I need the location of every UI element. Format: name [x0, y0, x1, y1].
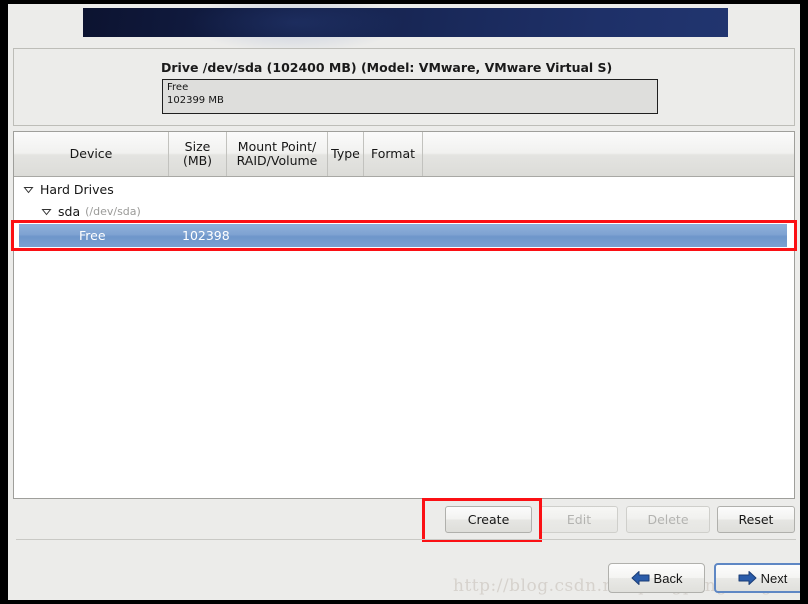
partition-tree: Device Size (MB) Mount Point/ RAID/Volum…: [13, 131, 795, 499]
free-space-size: 102398: [182, 228, 230, 243]
column-header-type[interactable]: Type: [328, 132, 364, 176]
installer-window: Drive /dev/sda (102400 MB) (Model: VMwar…: [8, 4, 800, 600]
arrow-left-icon: [631, 570, 650, 586]
banner-glow: [186, 4, 406, 53]
column-header-size-line1: Size: [184, 139, 211, 154]
arrow-right-icon: [738, 570, 757, 586]
drive-segment-size: 102399 MB: [167, 95, 224, 106]
next-button[interactable]: Next: [714, 563, 800, 593]
tree-row-device-path: (/dev/sda): [85, 205, 141, 218]
column-header-format[interactable]: Format: [364, 132, 423, 176]
tree-row-label: Hard Drives: [40, 182, 114, 197]
tree-row-hard-drives[interactable]: Hard Drives: [14, 179, 794, 200]
tree-row-sda[interactable]: sda (/dev/sda): [14, 201, 794, 222]
drive-usage-bar[interactable]: Free 102399 MB: [162, 79, 658, 114]
delete-button: Delete: [626, 506, 710, 533]
back-button-label: Back: [653, 570, 683, 586]
table-header-row: Device Size (MB) Mount Point/ RAID/Volum…: [14, 132, 794, 177]
column-header-size[interactable]: Size (MB): [169, 132, 227, 176]
column-header-filler: [423, 132, 794, 176]
edit-button: Edit: [540, 506, 618, 533]
column-header-device[interactable]: Device: [14, 132, 169, 176]
tree-row-label: sda: [58, 204, 81, 219]
column-header-mount-point[interactable]: Mount Point/ RAID/Volume: [227, 132, 328, 176]
drive-segment-label: Free: [167, 82, 189, 93]
footer-separator: [16, 539, 796, 540]
tree-row-free-space[interactable]: Free 102398: [19, 224, 787, 247]
column-header-size-line2: (MB): [182, 153, 213, 168]
column-header-mount-line2: RAID/Volume: [236, 153, 318, 168]
chevron-down-icon[interactable]: [41, 206, 52, 217]
table-body: Hard Drives sda (/dev/sda) Free 102398: [14, 177, 794, 498]
column-header-mount-line1: Mount Point/: [237, 139, 317, 154]
free-space-label: Free: [79, 228, 106, 243]
chevron-down-icon[interactable]: [23, 184, 34, 195]
create-button[interactable]: Create: [445, 506, 532, 533]
drive-info-panel: Drive /dev/sda (102400 MB) (Model: VMwar…: [13, 48, 795, 126]
next-button-label: Next: [760, 570, 788, 586]
back-button[interactable]: Back: [608, 563, 705, 593]
drive-title: Drive /dev/sda (102400 MB) (Model: VMwar…: [161, 60, 613, 75]
installer-banner: [83, 4, 728, 53]
reset-button[interactable]: Reset: [717, 506, 795, 533]
